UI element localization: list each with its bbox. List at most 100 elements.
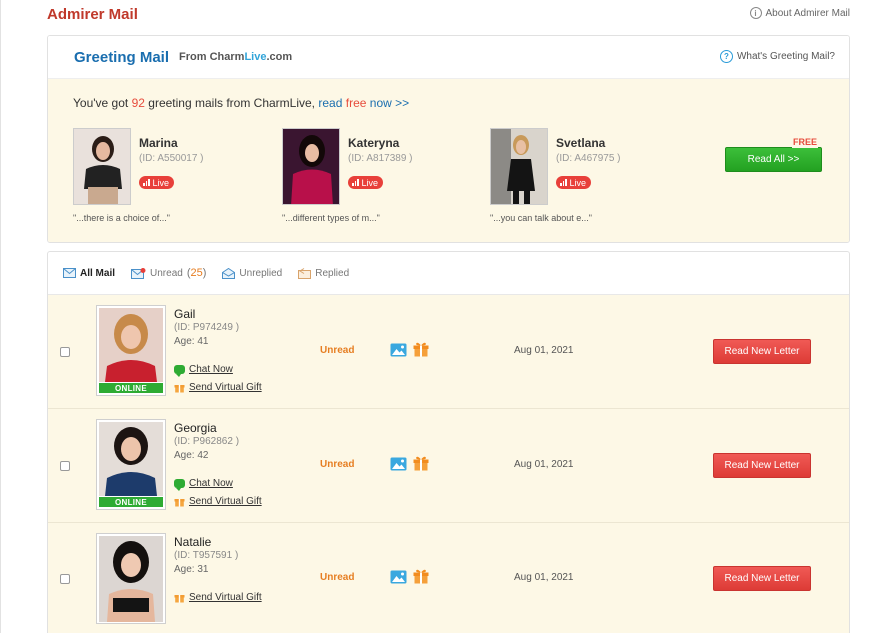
send-gift-label: Send Virtual Gift: [189, 592, 262, 603]
mail-filter-tabs: All Mail Unread (25) Unreplied Replied: [48, 252, 849, 295]
profile-photo[interactable]: [490, 128, 548, 205]
read-new-letter-button[interactable]: Read New Letter: [713, 339, 811, 364]
mail-row[interactable]: Natalie (ID: T957591 ) Age: 31 Send Virt…: [48, 523, 849, 633]
brand-charm: Charm: [209, 51, 245, 63]
sender-age: Age: 42: [174, 450, 209, 461]
tab-replied-label: Replied: [315, 267, 350, 279]
brand-live: Live: [244, 51, 267, 63]
greeting-mail-body: You've got 92 greeting mails from CharmL…: [48, 79, 849, 242]
question-circle-icon: ?: [719, 50, 733, 63]
greeting-mail-panel: Greeting Mail From CharmLive.com ? What'…: [47, 35, 850, 243]
msg-suffix: greeting mails from CharmLive,: [148, 96, 316, 110]
tab-all-label: All Mail: [80, 267, 116, 279]
admirer-mail-page: Admirer Mail i About Admirer Mail Greeti…: [0, 0, 892, 633]
picture-icon[interactable]: [390, 343, 407, 357]
signal-bars-icon: [352, 179, 359, 186]
unread-close-paren: ): [202, 267, 207, 279]
sender-name[interactable]: Natalie: [174, 535, 211, 549]
profile-name[interactable]: Marina: [139, 136, 178, 150]
send-virtual-gift-link[interactable]: Send Virtual Gift: [174, 382, 262, 393]
gift-icon[interactable]: [413, 568, 429, 584]
about-link-label: About Admirer Mail: [765, 7, 850, 19]
msg-free: free: [345, 96, 367, 110]
row-checkbox[interactable]: [60, 347, 70, 357]
profile-id: (ID: A550017 ): [139, 153, 204, 164]
envelope-dot-icon: [131, 267, 146, 279]
live-badge[interactable]: Live: [556, 176, 592, 189]
mail-row[interactable]: ONLINE Georgia (ID: P962862 ) Age: 42 Ch…: [48, 409, 849, 523]
picture-icon[interactable]: [390, 457, 407, 471]
online-status-bar: ONLINE: [99, 383, 163, 393]
row-checkbox[interactable]: [60, 574, 70, 584]
left-divider: [0, 0, 1, 633]
unread-count-value: 25: [190, 267, 203, 279]
greeting-profile-svetlana[interactable]: Svetlana (ID: A467975 ) Live "...you can…: [490, 128, 690, 228]
profile-id: (ID: A467975 ): [556, 153, 621, 164]
tab-replied[interactable]: Replied: [298, 268, 349, 279]
sender-age: Age: 41: [174, 336, 209, 347]
tab-unreplied-label: Unreplied: [239, 267, 283, 279]
read-new-letter-button[interactable]: Read New Letter: [713, 453, 811, 478]
sender-photo[interactable]: [96, 533, 166, 624]
gift-icon: [174, 385, 185, 393]
profile-quote: "...there is a choice of...": [73, 213, 170, 223]
greeting-profile-kateryna[interactable]: Kateryna (ID: A817389 ) Live "...differe…: [282, 128, 482, 228]
gift-icon[interactable]: [413, 455, 429, 471]
live-label: Live: [361, 177, 379, 188]
live-badge[interactable]: Live: [348, 176, 384, 189]
read-free-now-link[interactable]: read free now >>: [318, 96, 409, 110]
sender-photo[interactable]: ONLINE: [96, 305, 166, 396]
whats-link-label: What's Greeting Mail?: [736, 51, 835, 62]
chat-now-link[interactable]: Chat Now: [174, 364, 233, 377]
mail-status: Unread: [320, 459, 355, 470]
mail-date: Aug 01, 2021: [514, 459, 574, 470]
gift-icon: [174, 595, 185, 603]
msg-now: now >>: [369, 96, 410, 110]
envelope-open-icon: [222, 267, 236, 279]
from-prefix: From: [179, 51, 207, 63]
profile-name[interactable]: Svetlana: [556, 136, 605, 150]
row-checkbox[interactable]: [60, 461, 70, 471]
picture-icon[interactable]: [390, 570, 407, 584]
send-gift-label: Send Virtual Gift: [189, 382, 262, 393]
page-title: Admirer Mail: [47, 6, 138, 23]
sender-id: (ID: T957591 ): [174, 550, 239, 561]
read-new-letter-button[interactable]: Read New Letter: [713, 566, 811, 591]
profile-photo[interactable]: [282, 128, 340, 205]
mail-status: Unread: [320, 572, 355, 583]
sender-name[interactable]: Gail: [174, 307, 195, 321]
gift-icon[interactable]: [413, 341, 429, 357]
tab-unread[interactable]: Unread (25): [131, 267, 206, 279]
whats-greeting-mail-link[interactable]: ? What's Greeting Mail?: [719, 50, 835, 63]
about-admirer-mail-link[interactable]: i About Admirer Mail: [749, 7, 850, 19]
profile-name[interactable]: Kateryna: [348, 136, 399, 150]
mail-row[interactable]: ONLINE Gail (ID: P974249 ) Age: 41 Chat …: [48, 295, 849, 409]
sender-photo-image: [99, 422, 163, 496]
read-all-button[interactable]: Read All >>: [725, 147, 822, 172]
brand-suffix: .com: [266, 51, 293, 63]
greeting-profile-marina[interactable]: Marina (ID: A550017 ) Live "...there is …: [73, 128, 273, 228]
free-tag: FREE: [792, 137, 819, 148]
live-label: Live: [152, 177, 170, 188]
profile-quote: "...different types of m...": [282, 213, 380, 223]
msg-prefix: You've got: [73, 96, 129, 110]
tab-unreplied[interactable]: Unreplied: [222, 267, 283, 279]
gift-icon: [174, 499, 185, 507]
greeting-count: 92: [131, 96, 145, 110]
sender-name[interactable]: Georgia: [174, 421, 217, 435]
mail-status: Unread: [320, 345, 355, 356]
send-virtual-gift-link[interactable]: Send Virtual Gift: [174, 496, 262, 507]
tab-all-mail[interactable]: All Mail: [63, 268, 115, 279]
greeting-from-brand: From CharmLive.com: [179, 51, 292, 63]
chat-now-label: Chat Now: [189, 478, 233, 489]
sender-photo[interactable]: ONLINE: [96, 419, 166, 510]
envelope-icon: [63, 268, 76, 278]
signal-bars-icon: [143, 179, 150, 186]
chat-now-link[interactable]: Chat Now: [174, 478, 233, 491]
mail-list-panel: All Mail Unread (25) Unreplied Replied O…: [47, 251, 850, 633]
send-virtual-gift-link[interactable]: Send Virtual Gift: [174, 592, 262, 603]
live-badge[interactable]: Live: [139, 176, 175, 189]
online-status-bar: ONLINE: [99, 497, 163, 507]
greeting-mail-title: Greeting Mail: [74, 48, 170, 66]
profile-photo[interactable]: [73, 128, 131, 205]
